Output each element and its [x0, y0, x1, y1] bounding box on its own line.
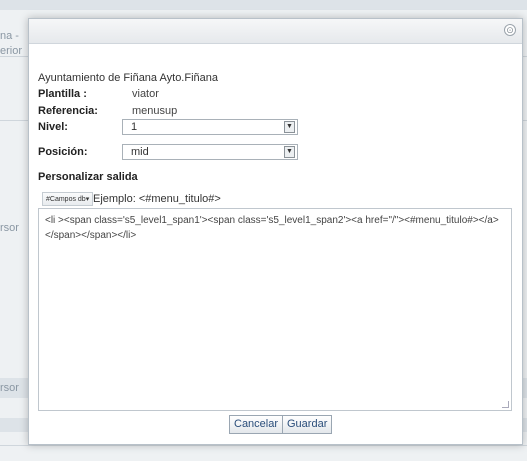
nivel-select[interactable]: 1 ▼ [122, 119, 298, 135]
referencia-value: menusup [132, 105, 178, 117]
background-text: rsor [0, 222, 19, 234]
posicion-selected-value: mid [131, 146, 149, 158]
chevron-down-icon[interactable]: ▼ [284, 121, 295, 133]
output-template-textarea[interactable]: <li ><span class='s5_level1_span1'><span… [38, 208, 512, 411]
nivel-label: Nivel: [38, 121, 68, 133]
background-text: erior [0, 45, 23, 57]
background-divider [0, 445, 527, 446]
dialog-title: Ayuntamiento de Fiñana Ayto.Fiñana [38, 72, 218, 84]
posicion-select[interactable]: mid ▼ [122, 144, 298, 160]
save-button[interactable]: Guardar [282, 415, 333, 434]
dialog-header: ⊙ [29, 19, 522, 44]
background-text: na - [0, 30, 19, 42]
resize-handle-icon[interactable] [502, 401, 509, 408]
cancel-button[interactable]: Cancelar [229, 415, 284, 434]
background-band [0, 0, 527, 10]
nivel-selected-value: 1 [131, 121, 138, 133]
referencia-label: Referencia: [38, 105, 98, 117]
background-text: rsor [0, 382, 19, 394]
ejemplo-text: Ejemplo: <#menu_titulo#> [93, 193, 221, 205]
plantilla-value: viator [132, 88, 159, 100]
edit-menu-dialog: ⊙ Ayuntamiento de Fiñana Ayto.Fiñana Pla… [28, 18, 523, 445]
campos-db-dropdown[interactable]: #Campos db▾ [42, 192, 94, 206]
close-icon[interactable]: ⊙ [504, 24, 516, 36]
plantilla-label: Plantilla : [38, 88, 87, 100]
chevron-down-icon[interactable]: ▼ [284, 146, 295, 158]
posicion-label: Posición: [38, 146, 88, 158]
personalizar-salida-heading: Personalizar salida [38, 171, 138, 183]
output-template-code: <li ><span class='s5_level1_span1'><span… [45, 215, 499, 241]
